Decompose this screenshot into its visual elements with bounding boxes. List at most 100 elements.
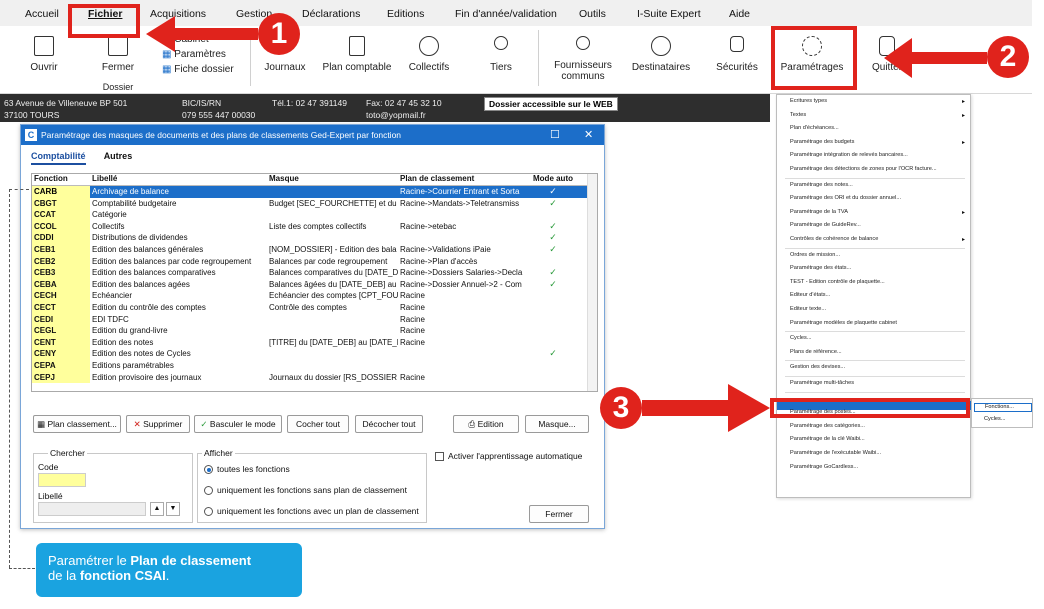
maximize-icon[interactable]: ☐	[550, 128, 560, 141]
tab-comptabilite[interactable]: Comptabilité	[31, 151, 86, 165]
decocher-tout-button[interactable]: Décocher tout	[355, 415, 423, 433]
cocher-tout-button[interactable]: Cocher tout	[287, 415, 349, 433]
radio-sans-plan[interactable]: uniquement les fonctions sans plan de cl…	[204, 485, 407, 495]
cell-masque: Balances comparatives du [DATE_D	[269, 268, 398, 278]
quitter-button[interactable]: Quitter	[866, 36, 908, 73]
menu-editions[interactable]: Editions	[387, 8, 424, 20]
apprentissage-checkbox[interactable]: Activer l'apprentissage automatique	[435, 451, 582, 462]
table-row[interactable]: CBGT Comptabilité budgetaire Budget [SEC_F…	[32, 197, 597, 210]
search-down-icon[interactable]: ▼	[166, 502, 180, 516]
fermer-dialog-button[interactable]: Fermer	[529, 505, 589, 523]
close-icon[interactable]: ✕	[584, 128, 593, 141]
table-row[interactable]: CEB2 Edition des balances par code regrou…	[32, 255, 597, 268]
menu-item[interactable]: Paramétrage des détections de zones pour…	[790, 166, 937, 172]
tiers-button[interactable]: Tiers	[482, 36, 520, 73]
collectifs-button[interactable]: Collectifs	[406, 36, 452, 73]
fiche-dossier-icon: ▦	[162, 64, 175, 75]
menu-item[interactable]: Paramétrage de la clé Waibi...	[790, 436, 865, 442]
ribbon-separator	[250, 30, 251, 86]
radio-avec-plan[interactable]: uniquement les fonctions avec un plan de…	[204, 506, 419, 516]
table-row[interactable]: CENT Edition des notes [TITRE] du [DATE_DE…	[32, 336, 597, 349]
parametres-icon: ▦	[162, 49, 175, 60]
destinataires-button[interactable]: Destinataires	[628, 36, 694, 73]
menu-item[interactable]: Paramétrage de GuideRev...	[790, 222, 861, 228]
table-scrollbar[interactable]	[587, 174, 597, 391]
menu-item[interactable]: Paramétrage des notes...	[790, 182, 853, 188]
menu-item[interactable]: Plan d'échéances...	[790, 125, 839, 131]
menu-item[interactable]: Paramétrage des états...	[790, 265, 851, 271]
menu-item[interactable]: Paramétrage multi-tâches	[790, 380, 854, 386]
masque-button[interactable]: Masque...	[525, 415, 589, 433]
menu-item[interactable]: Paramétrage GoCardless...	[790, 464, 858, 470]
plan-comptable-button[interactable]: Plan comptable	[322, 36, 392, 73]
menu-aide[interactable]: Aide	[729, 8, 750, 20]
menu-declarations[interactable]: Déclarations	[302, 8, 360, 20]
fiche-dossier-button[interactable]: ▦ Fiche dossier	[162, 62, 234, 77]
menu-item[interactable]: Ecritures types	[790, 98, 827, 104]
edition-button[interactable]: ⎙ Edition	[453, 415, 519, 433]
menu-item[interactable]: Paramétrage des catégories...	[790, 423, 865, 429]
menu-item[interactable]: Ordres de mission...	[790, 252, 840, 258]
table-row[interactable]: CEGL Edition du grand-livre Racine	[32, 325, 597, 337]
menu-item[interactable]: Paramétrage des budgets	[790, 139, 854, 145]
table-row[interactable]: CEBA Edition des balances agées Balances â…	[32, 278, 597, 291]
menu-accueil[interactable]: Accueil	[25, 8, 59, 20]
supprimer-button[interactable]: ✕ Supprimer	[126, 415, 190, 433]
table-row[interactable]: CCOL Collectifs Liste des comptes collecti…	[32, 220, 597, 233]
basculer-mode-button[interactable]: ✓ Basculer le mode	[194, 415, 282, 433]
column-header-libelle[interactable]: Libellé	[90, 174, 267, 185]
table-row[interactable]: CEDI EDI TDFC Racine	[32, 313, 597, 326]
cell-plan: Racine	[400, 302, 425, 312]
cabinet-button[interactable]: ▦ Cabinet	[162, 32, 234, 47]
column-header-plan[interactable]: Plan de classement	[398, 174, 527, 185]
menu-item[interactable]: Paramétrage intégration de relevés banca…	[790, 152, 908, 158]
plan-classement-button[interactable]: ▦ Plan classement...	[33, 415, 121, 433]
menu-outils[interactable]: Outils	[579, 8, 606, 20]
table-row[interactable]: CDDI Distributions de dividendes ✓	[32, 232, 597, 244]
table-row[interactable]: CEB3 Edition des balances comparatives Bal…	[32, 267, 597, 279]
person-icon	[576, 36, 590, 50]
menu-item[interactable]: Editeur texte...	[790, 306, 826, 312]
radio-toutes-fonctions[interactable]: toutes les fonctions	[204, 464, 290, 474]
ouvrir-button[interactable]: Ouvrir	[24, 36, 64, 73]
table-row[interactable]: CECH Echéancier Echéancier des comptes [CP…	[32, 290, 597, 302]
menu-item[interactable]: Contrôles de cohérence de balance	[790, 236, 878, 242]
table-row[interactable]: CECT Edition du contrôle des comptes Contr…	[32, 301, 597, 314]
cell-plan: Racine->Mandats->Teletransmiss	[400, 198, 520, 208]
menu-item[interactable]: Paramétrage des ORI et du dossier annuel…	[790, 195, 901, 201]
menu-item[interactable]: Cycles...	[790, 335, 811, 341]
submenu-cycles[interactable]: Cycles...	[984, 416, 1005, 422]
menu-item[interactable]: Editeur d'états...	[790, 292, 830, 298]
menu-acquisitions[interactable]: Acquisitions	[150, 8, 206, 20]
menu-item[interactable]: Paramétrage de la TVA	[790, 209, 848, 215]
column-header-fonction[interactable]: Fonction	[32, 174, 90, 185]
menu-isuite-expert[interactable]: I-Suite Expert	[637, 8, 701, 20]
menu-item[interactable]: Paramétrage modèles de plaquette cabinet	[790, 320, 897, 326]
column-header-masque[interactable]: Masque	[267, 174, 398, 185]
table-row[interactable]: CARB Archivage de balance Racine->Courrier…	[32, 186, 597, 198]
table-row[interactable]: CEPJ Edition provisoire des journaux Journ…	[32, 371, 597, 384]
table-row[interactable]: CENY Edition des notes de Cycles ✓	[32, 348, 597, 360]
submenu-fonctions[interactable]: Fonctions...	[974, 403, 1032, 412]
tab-autres[interactable]: Autres	[104, 151, 133, 161]
search-up-icon[interactable]: ▲	[150, 502, 164, 516]
menu-item[interactable]: Paramétrage de l'exécutable Waibi...	[790, 450, 881, 456]
cell-mode-auto	[527, 314, 577, 326]
table-row[interactable]: CCAT Catégorie	[32, 209, 597, 221]
menu-item[interactable]: Gestion des devises...	[790, 364, 845, 370]
menu-fin-annee[interactable]: Fin d'année/validation	[455, 8, 557, 20]
code-input[interactable]	[38, 473, 86, 487]
libelle-input[interactable]	[38, 502, 146, 516]
menu-item[interactable]: Plans de référence...	[790, 349, 842, 355]
table-row[interactable]: CEPA Editions paramétrables	[32, 359, 597, 372]
menu-item[interactable]: TEST - Edition contrôle de plaquette...	[790, 279, 885, 285]
table-row[interactable]: CEB1 Edition des balances générales [NOM_D…	[32, 243, 597, 256]
table-body: CARB Archivage de balance Racine->Courrier…	[32, 186, 597, 384]
arrow-3	[642, 384, 770, 432]
menu-item[interactable]: Textes	[790, 112, 806, 118]
securites-button[interactable]: Sécurités	[714, 36, 760, 73]
column-header-mode-auto[interactable]: Mode auto	[527, 174, 577, 185]
parametres-button[interactable]: ▦ Paramètres	[162, 47, 234, 62]
fermer-button[interactable]: Fermer	[96, 36, 140, 73]
fournisseurs-communs-button[interactable]: Fournisseurs communs	[547, 36, 619, 82]
